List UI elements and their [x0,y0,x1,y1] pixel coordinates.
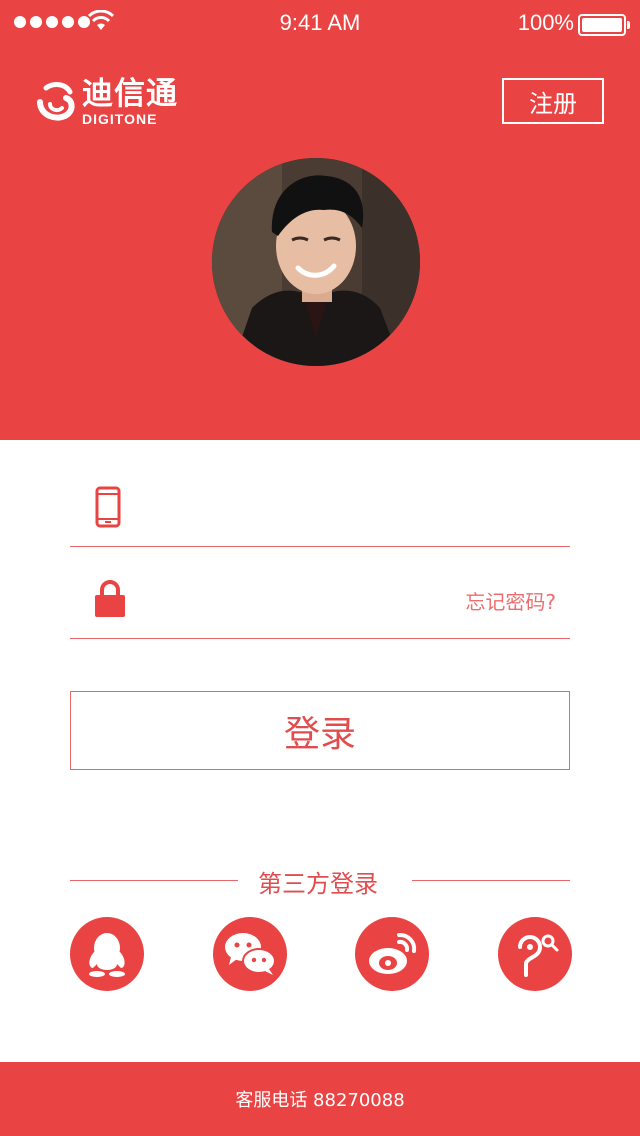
divider-right [412,880,570,881]
third-party-header: 第三方登录 [70,862,570,898]
status-bar: 9:41 AM 100% [0,0,640,48]
logo-en-text: DIGITONE [82,110,158,127]
pea-pod-login-button[interactable] [498,917,572,991]
phone-icon [95,486,121,528]
logo-cn-text: 迪信通 [82,75,178,112]
phone-input[interactable] [150,490,450,534]
third-party-title: 第三方登录 [258,870,378,898]
logo-mark-icon [37,82,75,121]
phone-field[interactable] [70,480,570,547]
login-button[interactable]: 登录 [70,691,570,770]
wechat-login-button[interactable] [213,917,287,991]
register-button[interactable]: 注册 [502,78,604,124]
lock-icon [95,580,125,617]
password-input[interactable] [150,582,450,626]
password-field[interactable]: 忘记密码? [70,572,570,639]
forgot-password-link[interactable]: 忘记密码? [465,586,556,615]
pea-pod-icon [518,934,559,977]
user-avatar [212,158,420,366]
qq-icon [89,933,125,977]
divider-left [70,880,238,881]
customer-service-footer: 客服电话 88270088 [0,1062,640,1136]
battery-icon [578,14,630,36]
weibo-icon [369,932,417,974]
qq-login-button[interactable] [70,917,144,991]
digitone-logo: 迪信通 DIGITONE [36,78,178,126]
wechat-icon [225,933,276,975]
header-banner: 9:41 AM 100% 迪信通 DIGITONE 注册 [0,0,640,440]
avatar-photo [212,158,420,366]
weibo-login-button[interactable] [355,917,429,991]
battery-percentage: 100% [517,10,574,35]
